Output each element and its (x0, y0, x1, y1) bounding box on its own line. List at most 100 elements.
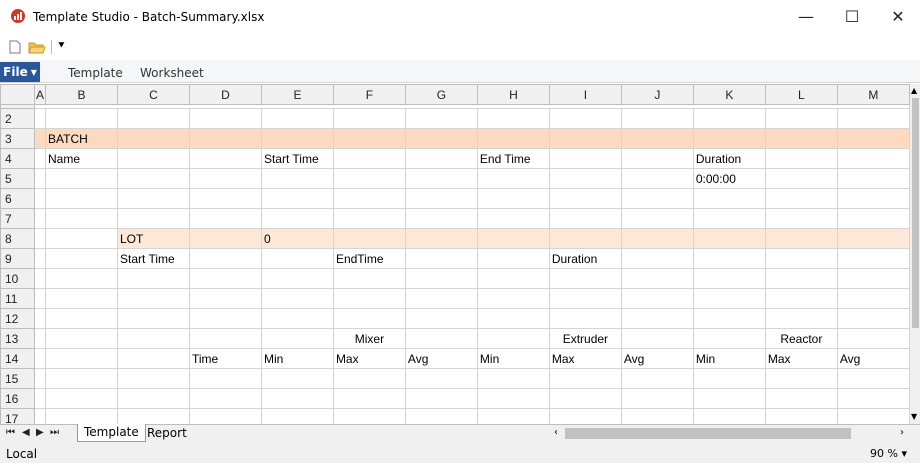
cell-K10[interactable] (692, 268, 766, 289)
cell-J6[interactable] (620, 188, 694, 209)
cell-M3[interactable] (836, 128, 910, 149)
cell-C11[interactable] (116, 288, 190, 309)
cell-G12[interactable] (404, 308, 478, 329)
cell-I15[interactable] (548, 368, 622, 389)
cell-D8[interactable] (188, 228, 262, 249)
cell-H15[interactable] (476, 368, 550, 389)
cell-F8[interactable] (332, 228, 406, 249)
row-header[interactable]: 9 (0, 248, 35, 269)
cell-E7[interactable] (260, 208, 334, 229)
cell-M15[interactable] (836, 368, 910, 389)
tab-worksheet[interactable]: Worksheet (140, 66, 204, 80)
column-header[interactable]: F (332, 84, 406, 105)
cell-L6[interactable] (764, 188, 838, 209)
cell-I2[interactable] (548, 108, 622, 129)
horizontal-scroll-thumb[interactable] (565, 428, 851, 439)
row-header[interactable]: 6 (0, 188, 35, 209)
cell-B4[interactable]: Name (45, 148, 118, 169)
cell-G14[interactable]: Avg (404, 348, 478, 369)
cell-L8[interactable] (764, 228, 838, 249)
row-header[interactable]: 15 (0, 368, 35, 389)
row-header[interactable]: 5 (0, 168, 35, 189)
cell-A15[interactable] (33, 368, 47, 389)
sheet-tab-report[interactable]: Report (141, 425, 193, 441)
cell-H14[interactable]: Min (476, 348, 550, 369)
cell-F11[interactable] (332, 288, 406, 309)
cell-B11[interactable] (45, 288, 118, 309)
cell-C9[interactable]: Start Time (116, 248, 190, 269)
cell-L16[interactable] (764, 388, 838, 409)
cell-D9[interactable] (188, 248, 262, 269)
cell-E8[interactable]: 0 (260, 228, 334, 249)
cell-F12[interactable] (332, 308, 406, 329)
cell-J5[interactable] (620, 168, 694, 189)
cell-J10[interactable] (620, 268, 694, 289)
cell-M14[interactable]: Avg (836, 348, 910, 369)
row-header[interactable]: 4 (0, 148, 35, 169)
cell-J2[interactable] (620, 108, 694, 129)
cell-D7[interactable] (188, 208, 262, 229)
scroll-left-icon[interactable]: ‹ (554, 427, 558, 438)
cell-E13[interactable] (260, 328, 334, 349)
maximize-button[interactable]: ☐ (829, 0, 875, 32)
cell-K8[interactable] (692, 228, 766, 249)
cell-D5[interactable] (188, 168, 262, 189)
cell-K2[interactable] (692, 108, 766, 129)
cell-E5[interactable] (260, 168, 334, 189)
cell-B9[interactable] (45, 248, 118, 269)
cell-E15[interactable] (260, 368, 334, 389)
cell-C7[interactable] (116, 208, 190, 229)
cell-E10[interactable] (260, 268, 334, 289)
cell-C3[interactable] (116, 128, 190, 149)
cell-J14[interactable]: Avg (620, 348, 694, 369)
spreadsheet-grid[interactable]: A B C D E F G H I J K L M 2 3 BATCH 4 Name St… (0, 84, 910, 424)
cell-I11[interactable] (548, 288, 622, 309)
cell-B7[interactable] (45, 208, 118, 229)
row-header[interactable]: 10 (0, 268, 35, 289)
tab-template[interactable]: Template (68, 66, 123, 80)
cell-A16[interactable] (33, 388, 47, 409)
cell-B3[interactable]: BATCH (45, 128, 118, 149)
cell-I4[interactable] (548, 148, 622, 169)
cell-K9[interactable] (692, 248, 766, 269)
cell-J9[interactable] (620, 248, 694, 269)
cell-G2[interactable] (404, 108, 478, 129)
cell-I9[interactable]: Duration (548, 248, 622, 269)
first-sheet-icon[interactable]: ⏮ (6, 427, 15, 438)
column-header[interactable]: J (620, 84, 694, 105)
cell-K6[interactable] (692, 188, 766, 209)
cell-A11[interactable] (33, 288, 47, 309)
cell-L2[interactable] (764, 108, 838, 129)
cell-F17[interactable] (332, 408, 406, 424)
cell-G6[interactable] (404, 188, 478, 209)
cell-M8[interactable] (836, 228, 910, 249)
cell-H7[interactable] (476, 208, 550, 229)
cell-F9[interactable]: EndTime (332, 248, 406, 269)
next-sheet-icon[interactable]: ▶ (36, 427, 44, 438)
cell-D10[interactable] (188, 268, 262, 289)
cell-F4[interactable] (332, 148, 406, 169)
cell-F15[interactable] (332, 368, 406, 389)
new-file-icon[interactable] (9, 40, 21, 54)
cell-M12[interactable] (836, 308, 910, 329)
cell-A13[interactable] (33, 328, 47, 349)
cell-G15[interactable] (404, 368, 478, 389)
cell-M9[interactable] (836, 248, 910, 269)
cell-M4[interactable] (836, 148, 910, 169)
cell-L10[interactable] (764, 268, 838, 289)
row-header[interactable]: 17 (0, 408, 35, 424)
cell-G3[interactable] (404, 128, 478, 149)
cell-E17[interactable] (260, 408, 334, 424)
column-header[interactable]: I (548, 84, 622, 105)
previous-sheet-icon[interactable]: ◀ (22, 427, 30, 438)
cell-C8[interactable]: LOT (116, 228, 190, 249)
cell-B2[interactable] (45, 108, 118, 129)
cell-J13[interactable] (620, 328, 694, 349)
cell-H4[interactable]: End Time (476, 148, 550, 169)
cell-H5[interactable] (476, 168, 550, 189)
cell-J17[interactable] (620, 408, 694, 424)
cell-L4[interactable] (764, 148, 838, 169)
file-menu-button[interactable]: File ▼ (0, 62, 40, 82)
cell-M10[interactable] (836, 268, 910, 289)
cell-A17[interactable] (33, 408, 47, 424)
